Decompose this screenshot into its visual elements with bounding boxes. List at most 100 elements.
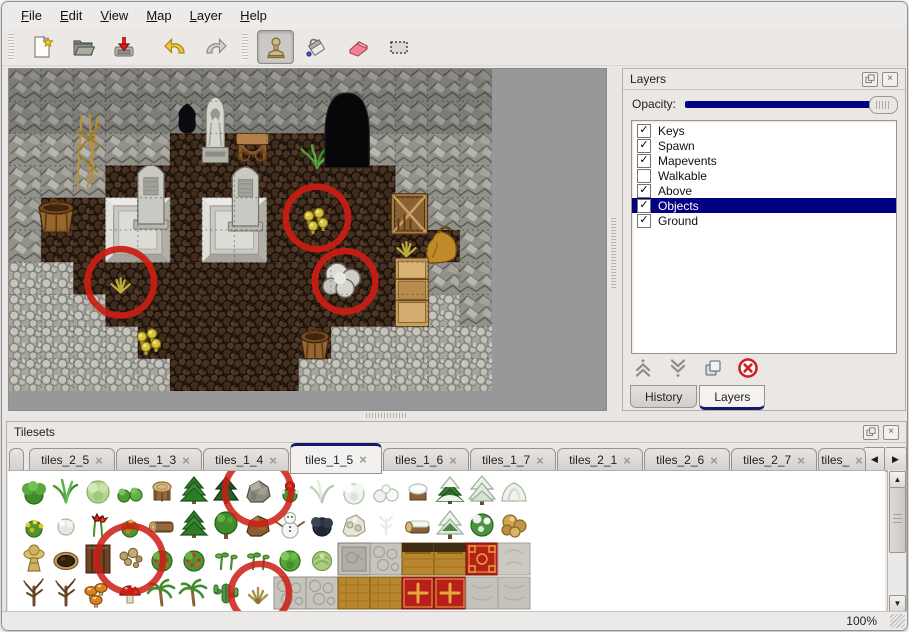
lower-layer-button[interactable] bbox=[666, 357, 690, 379]
layer-row-keys[interactable]: ✓Keys bbox=[632, 123, 896, 138]
tileset-tab-tiles_2_1[interactable]: tiles_2_1× bbox=[557, 448, 643, 472]
undock-icon[interactable] bbox=[862, 72, 878, 87]
tile-snowstump[interactable] bbox=[409, 484, 427, 500]
tile-whiteflower[interactable] bbox=[58, 519, 74, 535]
layer-visibility-checkbox[interactable]: ✓ bbox=[637, 199, 651, 213]
layer-visibility-checkbox[interactable]: ✓ bbox=[637, 124, 651, 138]
horizontal-splitter[interactable] bbox=[6, 410, 905, 421]
toolbar-grip[interactable] bbox=[242, 34, 248, 60]
tileset-tab-tiles_2_5[interactable]: tiles_2_5× bbox=[29, 448, 115, 472]
tile-grayB[interactable] bbox=[466, 577, 498, 609]
layer-row-ground[interactable]: ✓Ground bbox=[632, 213, 896, 228]
resize-grip[interactable] bbox=[890, 614, 905, 628]
scrollbar-thumb[interactable] bbox=[889, 487, 906, 553]
tile-carpetA[interactable] bbox=[466, 543, 498, 575]
tile-grayB[interactable] bbox=[498, 577, 530, 609]
tileset-tab-tiles_1_7[interactable]: tiles_1_7× bbox=[470, 448, 556, 472]
opacity-slider[interactable] bbox=[685, 101, 896, 108]
tile-stump[interactable] bbox=[153, 482, 171, 501]
layer-visibility-checkbox[interactable] bbox=[637, 169, 651, 183]
redo-button[interactable] bbox=[197, 30, 234, 64]
eraser-tool-button[interactable] bbox=[339, 30, 376, 64]
delete-layer-button[interactable] bbox=[736, 357, 760, 379]
tab-close-icon[interactable]: × bbox=[182, 453, 190, 468]
tile-carpetC[interactable] bbox=[402, 577, 434, 609]
tab-close-icon[interactable]: × bbox=[449, 453, 457, 468]
tab-close-icon[interactable]: × bbox=[623, 453, 631, 468]
tileset-tab-tiles_2_7[interactable]: tiles_2_7× bbox=[731, 448, 817, 472]
tile-woodB[interactable] bbox=[338, 577, 370, 609]
menu-item-help[interactable]: Help bbox=[231, 4, 276, 27]
duplicate-layer-button[interactable] bbox=[701, 357, 725, 379]
tab-close-icon[interactable]: × bbox=[797, 453, 805, 468]
raise-layer-button[interactable] bbox=[631, 357, 655, 379]
tile-stonefloor[interactable] bbox=[370, 543, 402, 575]
tileset-tab-tiles_1_3[interactable]: tiles_1_3× bbox=[116, 448, 202, 472]
tileset-tab-tiles_1_5[interactable]: tiles_1_5× bbox=[290, 443, 382, 474]
panel-tab-layers[interactable]: Layers bbox=[699, 385, 765, 410]
tileset-tab-tiles_1_6[interactable]: tiles_1_6× bbox=[383, 448, 469, 472]
select-tool-button[interactable] bbox=[380, 30, 417, 64]
tile-cabbage[interactable] bbox=[313, 552, 332, 571]
tile-woodA[interactable] bbox=[402, 543, 434, 575]
new-file-button[interactable] bbox=[23, 30, 60, 64]
tab-close-icon[interactable]: × bbox=[536, 453, 544, 468]
undo-button[interactable] bbox=[156, 30, 193, 64]
tile-stonefloor[interactable] bbox=[306, 577, 338, 609]
tile-woodB[interactable] bbox=[370, 577, 402, 609]
tile-snowbush[interactable] bbox=[343, 483, 364, 504]
tile-greensnowtree[interactable] bbox=[471, 514, 493, 536]
menu-item-view[interactable]: View bbox=[91, 4, 137, 27]
layer-row-walkable[interactable]: Walkable bbox=[632, 168, 896, 183]
open-file-button[interactable] bbox=[64, 30, 101, 64]
tileset-scrollbar[interactable]: ▲ ▼ bbox=[887, 470, 905, 613]
tile-lightbush[interactable] bbox=[87, 481, 109, 503]
close-icon[interactable]: × bbox=[882, 72, 898, 87]
menu-item-layer[interactable]: Layer bbox=[181, 4, 232, 27]
scroll-down-button[interactable]: ▼ bbox=[889, 595, 906, 612]
panel-tab-history[interactable]: History bbox=[630, 385, 697, 408]
tile-woodA[interactable] bbox=[434, 543, 466, 575]
tile-log[interactable] bbox=[149, 522, 173, 532]
save-file-button[interactable] bbox=[105, 30, 142, 64]
tab-partial-left[interactable] bbox=[9, 448, 24, 472]
tile-greenbush[interactable] bbox=[280, 551, 300, 571]
opacity-slider-handle[interactable] bbox=[869, 96, 898, 114]
layer-row-spawn[interactable]: ✓Spawn bbox=[632, 138, 896, 153]
tile-snowlog[interactable] bbox=[406, 521, 429, 533]
close-icon[interactable]: × bbox=[883, 425, 899, 440]
layer-row-above[interactable]: ✓Above bbox=[632, 183, 896, 198]
layer-visibility-checkbox[interactable]: ✓ bbox=[637, 139, 651, 153]
fill-tool-button[interactable] bbox=[298, 30, 335, 64]
layer-visibility-checkbox[interactable]: ✓ bbox=[637, 154, 651, 168]
tile-grayA[interactable] bbox=[498, 543, 530, 575]
tile-berrybush[interactable] bbox=[184, 551, 204, 571]
stamp-tool-button[interactable] bbox=[257, 30, 294, 64]
tileset-view[interactable] bbox=[8, 471, 885, 614]
scroll-up-button[interactable]: ▲ bbox=[889, 471, 906, 488]
tile-stoneframe[interactable] bbox=[338, 543, 370, 575]
layer-row-mapevents[interactable]: ✓Mapevents bbox=[632, 153, 896, 168]
tileset-tab-tiles[interactable]: tiles_× bbox=[818, 448, 866, 472]
tab-close-icon[interactable]: × bbox=[95, 453, 103, 468]
layer-visibility-checkbox[interactable]: ✓ bbox=[637, 214, 651, 228]
layer-visibility-checkbox[interactable]: ✓ bbox=[637, 184, 651, 198]
undock-icon[interactable] bbox=[863, 425, 879, 440]
menu-item-map[interactable]: Map bbox=[137, 4, 180, 27]
tileset-tab-tiles_1_4[interactable]: tiles_1_4× bbox=[203, 448, 289, 472]
map-view[interactable] bbox=[9, 69, 492, 391]
tile-carpetC[interactable] bbox=[434, 577, 466, 609]
vertical-splitter[interactable] bbox=[607, 68, 621, 409]
menu-item-file[interactable]: File bbox=[12, 4, 51, 27]
layer-row-objects[interactable]: ✓Objects bbox=[632, 198, 896, 213]
tab-scroll-left-button[interactable]: ◀ bbox=[863, 447, 886, 472]
toolbar-grip[interactable] bbox=[8, 34, 14, 60]
tab-close-icon[interactable]: × bbox=[710, 453, 718, 468]
tab-scroll-right-button[interactable]: ▶ bbox=[884, 447, 907, 472]
tab-close-icon[interactable]: × bbox=[855, 453, 863, 468]
tab-close-icon[interactable]: × bbox=[269, 453, 277, 468]
tab-close-icon[interactable]: × bbox=[359, 452, 367, 467]
tile-hole[interactable] bbox=[54, 553, 78, 570]
menu-item-edit[interactable]: Edit bbox=[51, 4, 91, 27]
tileset-tab-tiles_2_6[interactable]: tiles_2_6× bbox=[644, 448, 730, 472]
